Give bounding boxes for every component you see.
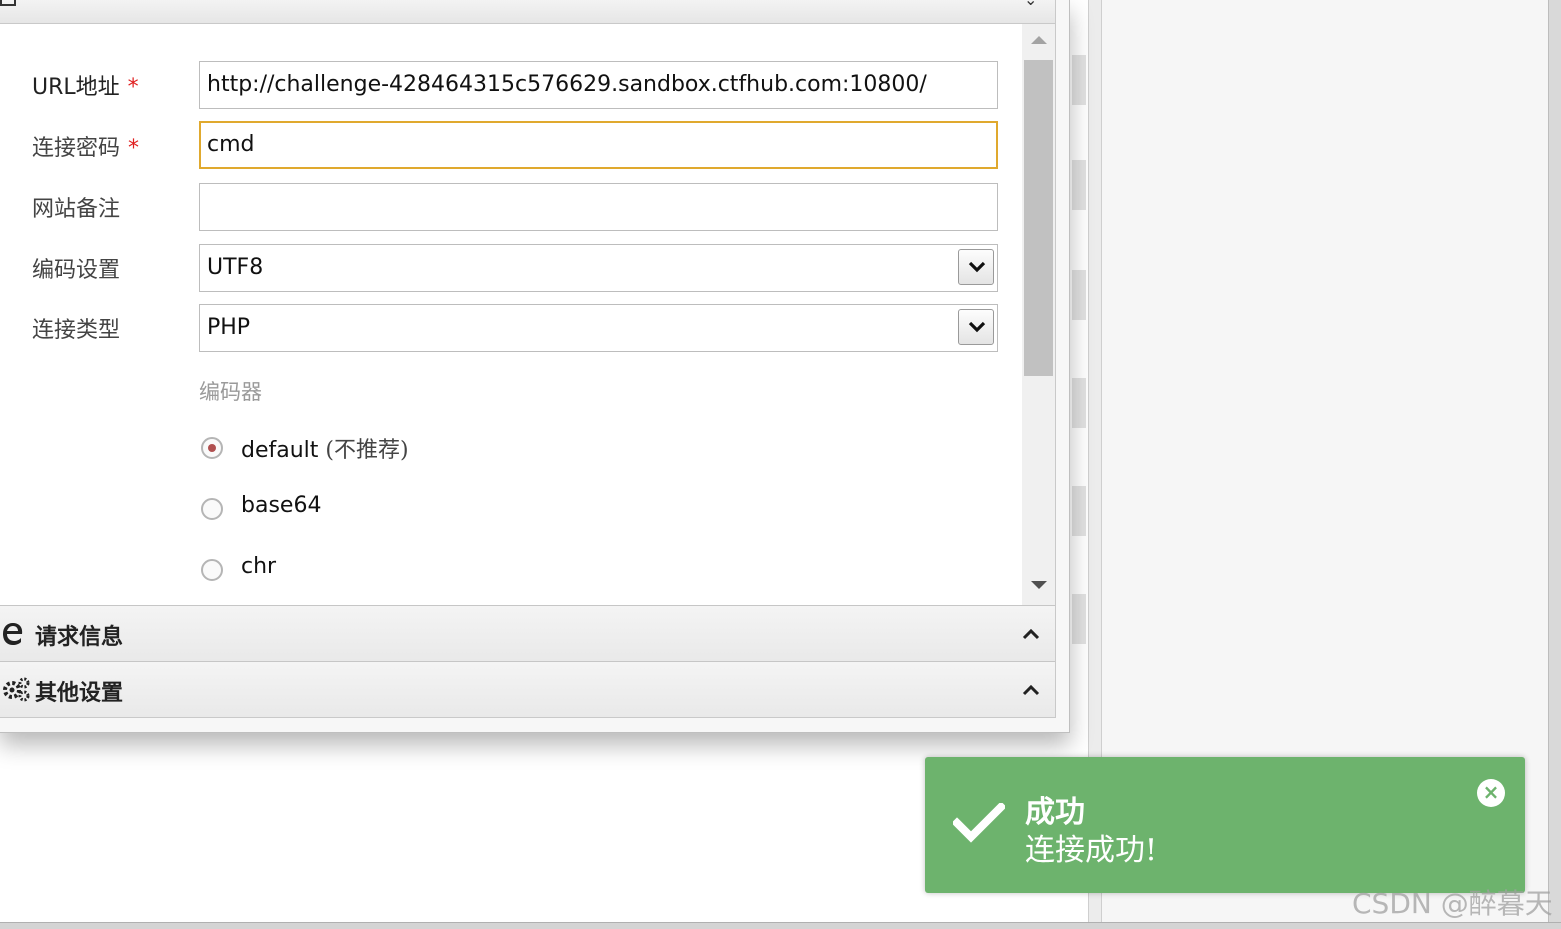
window-edge-scrollbar[interactable] [1548,0,1561,929]
background-ghost [1072,378,1086,428]
bottom-edge [0,922,1561,929]
note-label: 网站备注 [32,197,121,222]
chevron-down-icon [968,321,986,333]
scroll-up-arrow-icon[interactable] [1031,36,1047,44]
scroll-down-arrow-icon[interactable] [1031,581,1047,589]
password-label: 连接密码 * [32,136,140,161]
watermark: CSDN @醉暮天 [1352,887,1553,920]
other-settings-section[interactable]: 其他设置 [0,661,1055,717]
section-title: 请求信息 [35,624,124,650]
encoder-name: base64 [241,493,322,518]
type-label: 连接类型 [32,318,121,343]
basic-config-header[interactable]: ⌄ [0,0,1055,24]
add-shell-dialog: ⌄ URL地址* http://challenge-428464315c5766… [0,0,1070,733]
background-ghost [1072,160,1086,210]
required-mark: * [127,75,139,100]
request-info-section[interactable]: 请求信息 [0,605,1055,661]
background-ghost [1072,55,1086,105]
url-input[interactable]: http://challenge-428464315c576629.sandbo… [199,61,998,109]
toast-message: 连接成功! [1025,833,1158,868]
gears-icon [3,677,30,702]
radio-button[interactable] [201,437,223,459]
type-select[interactable]: PHP [199,304,998,352]
chevron-down-icon[interactable]: ⌄ [1024,0,1037,9]
chevron-down-icon [968,261,986,273]
scrollbar-thumb[interactable] [1024,60,1053,376]
encoding-select[interactable]: UTF8 [199,244,998,292]
success-toast: 成功 连接成功! × [925,757,1525,893]
type-dropdown-button[interactable] [958,309,994,345]
background-ghost [1072,594,1086,644]
dialog-body: ⌄ URL地址* http://challenge-428464315c5766… [0,0,1056,718]
encoder-name: chr [241,554,277,579]
encoding-label: 编码设置 [32,258,121,283]
config-icon [0,0,16,6]
encoder-heading: 编码器 [199,380,262,404]
radio-button[interactable] [201,559,223,581]
encoder-note: (不推荐) [325,438,409,463]
url-label: URL地址 * [32,75,139,100]
type-value: PHP [207,315,251,340]
note-input[interactable] [199,183,998,231]
encoding-value: UTF8 [207,255,264,280]
chevron-up-icon[interactable] [1022,684,1040,696]
background-ghost [1072,270,1086,320]
encoding-dropdown-button[interactable] [958,249,994,285]
form-area: URL地址 * http://challenge-428464315c576629… [0,24,1022,605]
form-scrollbar[interactable] [1022,24,1055,605]
radio-button[interactable] [201,498,223,520]
required-mark: * [128,136,140,161]
ie-icon [3,623,23,645]
chevron-up-icon[interactable] [1022,628,1040,640]
password-input[interactable]: cmd [199,121,998,169]
section-title: 其他设置 [35,680,124,706]
encoder-name: default [241,438,319,463]
close-icon[interactable]: × [1477,779,1505,807]
background-ghost [1072,486,1086,536]
checkmark-icon [953,803,1005,843]
